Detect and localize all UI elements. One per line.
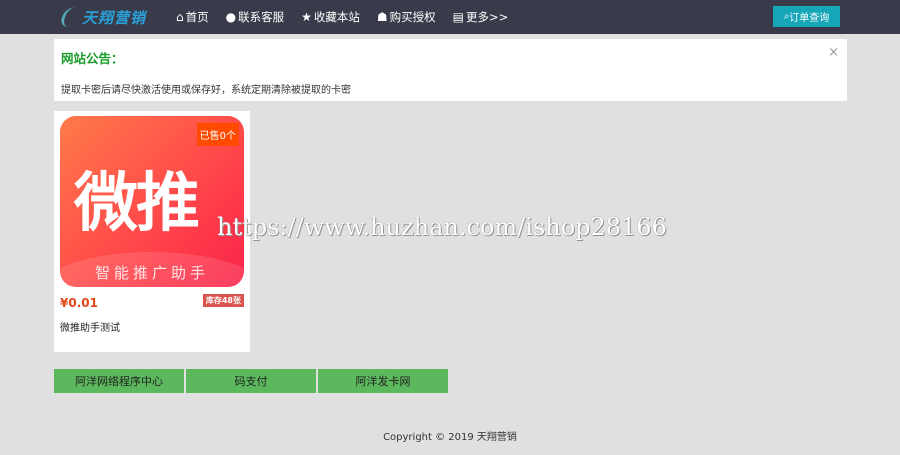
nav-home[interactable]: ⌂ 首页: [176, 9, 209, 25]
close-icon[interactable]: ×: [828, 45, 839, 60]
product-name[interactable]: 微推助手测试: [60, 319, 120, 334]
users-icon: ☗: [376, 10, 388, 24]
announcement-text: 提取卡密后请尽快激活使用或保存好，系统定期清除被提取的卡密: [61, 85, 351, 96]
top-navbar: 天翔营销 ⌂ 首页 ● 联系客服 ★ 收藏本站 ☗ 购买授权 ▤ 更多>> ⌕ 订单查询: [0, 0, 900, 34]
list-icon: ▤: [452, 10, 464, 24]
site-logo[interactable]: 天翔营销: [58, 6, 147, 28]
order-query-label: 订单查询: [789, 13, 830, 24]
nav-favorite[interactable]: ★ 收藏本站: [301, 9, 360, 25]
qq-icon: ●: [225, 10, 237, 24]
nav-label: 首页: [185, 10, 209, 24]
star-icon: ★: [301, 10, 312, 24]
sold-badge: 已售0个: [196, 123, 239, 146]
footer-copyright: Copyright © 2019 天翔营销: [383, 432, 517, 443]
nav-contact[interactable]: ● 联系客服: [226, 9, 284, 25]
product-price: ¥0.01: [60, 296, 98, 310]
logo-text: 天翔营销: [82, 8, 147, 27]
logo-icon: [58, 7, 82, 27]
announcement-title: 网站公告：: [61, 51, 124, 66]
nav-label: 更多>>: [465, 10, 509, 24]
nav-label: 收藏本站: [313, 10, 360, 24]
nav-label: 联系客服: [238, 10, 285, 24]
product-image[interactable]: 微推 智能推广助手 已售0个: [60, 116, 244, 287]
image-title: 微推: [74, 167, 200, 241]
announcement-panel: 网站公告： × 提取卡密后请尽快激活使用或保存好，系统定期清除被提取的卡密: [54, 39, 847, 101]
stock-badge: 库存48张: [202, 294, 244, 307]
order-query-button[interactable]: ⌕ 订单查询: [773, 6, 840, 27]
nav-label: 购买授权: [389, 10, 436, 24]
link-ayang-program[interactable]: 阿洋网络程序中心: [54, 369, 184, 393]
nav-more[interactable]: ▤ 更多>>: [453, 9, 509, 25]
watermark: https://www.huzhan.com/ishop28166: [217, 213, 667, 241]
nav-license[interactable]: ☗ 购买授权: [377, 9, 436, 25]
friend-links: 阿洋网络程序中心 码支付 阿洋发卡网: [54, 369, 448, 393]
link-codepay[interactable]: 码支付: [186, 369, 316, 393]
link-ayang-card[interactable]: 阿洋发卡网: [318, 369, 448, 393]
nav-menu: ⌂ 首页 ● 联系客服 ★ 收藏本站 ☗ 购买授权 ▤ 更多>>: [176, 0, 508, 34]
home-icon: ⌂: [176, 10, 184, 24]
image-subtitle: 智能推广助手: [94, 264, 209, 282]
